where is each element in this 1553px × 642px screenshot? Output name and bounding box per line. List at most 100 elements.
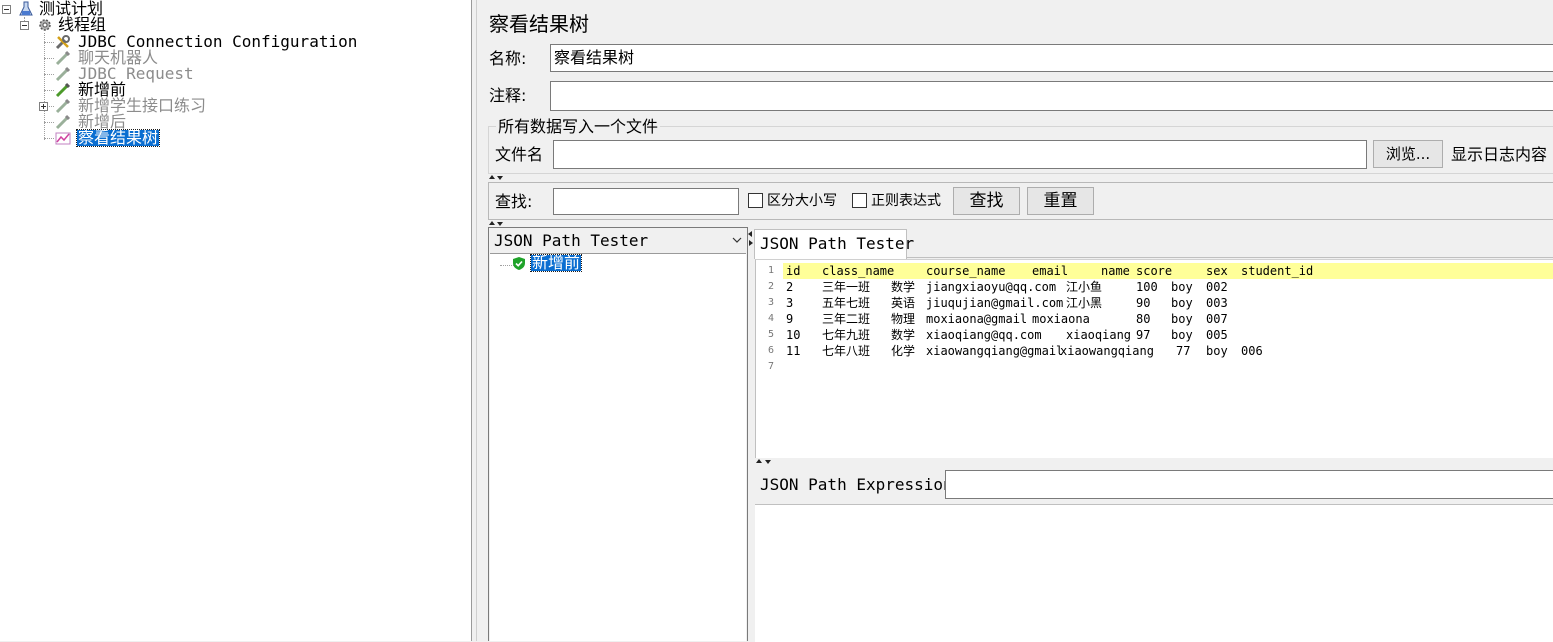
table-cell: 003	[1206, 296, 1228, 310]
table-cell: jiangxiaoyu@qq.com	[926, 280, 1057, 294]
tree-node-thread-group[interactable]: 线程组	[0, 17, 200, 33]
table-row: 2 三年一班 数学 jiangxiaoyu@qq.com 江小鱼 100 boy 002	[783, 279, 1553, 295]
file-name-label: 文件名	[495, 145, 544, 164]
tree-node-label: 察看结果树	[75, 128, 161, 147]
splitter-handle[interactable]	[489, 174, 529, 182]
column-header: course_name	[926, 264, 1006, 278]
table-cell: 数学	[891, 280, 916, 294]
table-cell: 五年七班	[822, 296, 871, 310]
pipette-icon	[55, 66, 71, 82]
expression-result-area[interactable]	[755, 504, 1553, 642]
pipette-icon	[55, 50, 71, 66]
table-cell: boy	[1171, 280, 1193, 294]
table-cell: 数学	[891, 328, 916, 342]
table-cell: 007	[1206, 312, 1228, 326]
table-row: 9 三年二班 物理 moxiaona@gmail moxiaona 80 boy 007	[783, 311, 1553, 327]
table-cell: 化学	[891, 344, 916, 358]
table-cell: 80	[1136, 312, 1151, 326]
line-number: 3	[767, 297, 774, 308]
line-number: 4	[767, 313, 774, 324]
table-cell: boy	[1171, 328, 1193, 342]
table-row: 3 五年七班 英语 jiuqujian@gmail.com 江小黑 90 boy 003	[783, 295, 1553, 311]
renderer-select-value: JSON Path Tester	[494, 231, 649, 250]
table-cell: moxiaona	[1032, 312, 1090, 326]
case-sensitive-checkbox[interactable]	[748, 193, 763, 208]
table-row: 10 七年九班 数学 xiaoqiang@qq.com xiaoqiang 97 boy 00…	[783, 327, 1553, 343]
case-sensitive-label: 区分大小写	[767, 193, 837, 209]
expression-input[interactable]	[945, 470, 1553, 499]
response-data-editor[interactable]: 1 2 3 4 5 6 7 id class_name course_name email name s…	[755, 259, 1553, 458]
table-cell: 9	[786, 312, 794, 326]
column-header: email	[1032, 264, 1069, 278]
table-cell: 77	[1176, 344, 1191, 358]
table-cell: xiaowangqiang@gmail	[926, 344, 1064, 358]
table-cell: 江小鱼	[1066, 280, 1103, 294]
tab-json-path-tester[interactable]: JSON Path Tester	[754, 229, 914, 259]
search-label: 查找:	[495, 192, 533, 211]
file-group-title: 所有数据写入一个文件	[496, 117, 661, 137]
chevron-down-icon	[732, 237, 742, 243]
table-cell: 006	[1241, 344, 1263, 358]
table-cell: xiaowangqiang	[1060, 344, 1154, 358]
tree-node-jdbc-connection[interactable]: JDBC Connection Configuration	[0, 34, 360, 50]
table-cell: 三年二班	[822, 312, 871, 326]
pipette-icon	[55, 114, 71, 130]
log-content-label: 显示日志内容	[1451, 145, 1548, 164]
pipette-icon	[55, 82, 71, 98]
regex-checkbox[interactable]	[852, 193, 867, 208]
column-header: score	[1136, 264, 1173, 278]
line-number: 6	[767, 345, 774, 356]
browse-button[interactable]: 浏览...	[1373, 140, 1443, 168]
table-row: 11 七年八班 化学 xiaowangqiang@gmail xiaowangqiang…	[783, 343, 1553, 359]
collapse-icon[interactable]	[20, 21, 29, 30]
file-name-field[interactable]	[553, 140, 1367, 169]
table-cell: moxiaona@gmail	[926, 312, 1028, 326]
column-header: student_id	[1241, 264, 1314, 278]
test-plan-icon	[19, 1, 33, 16]
table-cell: 江小黑	[1066, 296, 1103, 310]
splitter-handle[interactable]	[756, 458, 786, 466]
pipette-icon	[55, 98, 71, 114]
results-splitter[interactable]	[748, 227, 754, 641]
table-cell: 90	[1136, 296, 1151, 310]
collapse-icon[interactable]	[2, 5, 11, 14]
table-header-row: id class_name course_name email name score sex…	[783, 263, 1553, 279]
column-header: name	[1101, 264, 1130, 278]
table-cell: 002	[1206, 280, 1228, 294]
search-input[interactable]	[553, 188, 739, 215]
expression-bar: JSON Path Expression	[755, 466, 1553, 504]
table-cell: xiaoqiang	[1066, 328, 1132, 342]
panel-title: 察看结果树	[489, 12, 589, 36]
table-cell: 七年九班	[822, 328, 871, 342]
find-button[interactable]: 查找	[953, 187, 1020, 215]
table-cell: 005	[1206, 328, 1228, 342]
success-shield-icon	[513, 257, 525, 270]
column-header: class_name	[822, 264, 895, 278]
sample-result-label[interactable]: 新增前	[529, 254, 583, 272]
tree-node-add-student-practice[interactable]: 新增学生接口练习	[0, 98, 260, 114]
renderer-select[interactable]: JSON Path Tester	[490, 229, 746, 254]
line-number: 1	[767, 265, 774, 276]
table-cell: 英语	[891, 296, 916, 310]
sample-tree[interactable]: 新增前	[490, 254, 746, 641]
expression-label: JSON Path Expression	[760, 475, 953, 494]
line-number: 5	[767, 329, 774, 340]
table-cell: 三年一班	[822, 280, 871, 294]
column-header: sex	[1206, 264, 1228, 278]
table-cell: boy	[1171, 312, 1193, 326]
comment-field[interactable]	[550, 81, 1553, 111]
table-cell: 11	[786, 344, 801, 358]
test-plan-tree[interactable]: 测试计划 线程组 JDBC Connection Configuration 聊…	[0, 0, 471, 641]
reset-button[interactable]: 重置	[1027, 187, 1094, 215]
table-cell: boy	[1171, 296, 1193, 310]
table-cell: 2	[786, 280, 794, 294]
expand-icon[interactable]	[39, 102, 48, 111]
regex-label: 正则表达式	[871, 193, 941, 209]
name-field[interactable]: 察看结果树	[550, 44, 1553, 72]
tree-node-view-results-tree[interactable]: 察看结果树	[0, 128, 200, 147]
line-number: 2	[767, 281, 774, 292]
wrench-icon	[55, 35, 70, 50]
comment-label: 注释:	[489, 86, 527, 105]
table-cell: jiuqujian@gmail.com	[926, 296, 1064, 310]
table-cell: 100	[1136, 280, 1158, 294]
